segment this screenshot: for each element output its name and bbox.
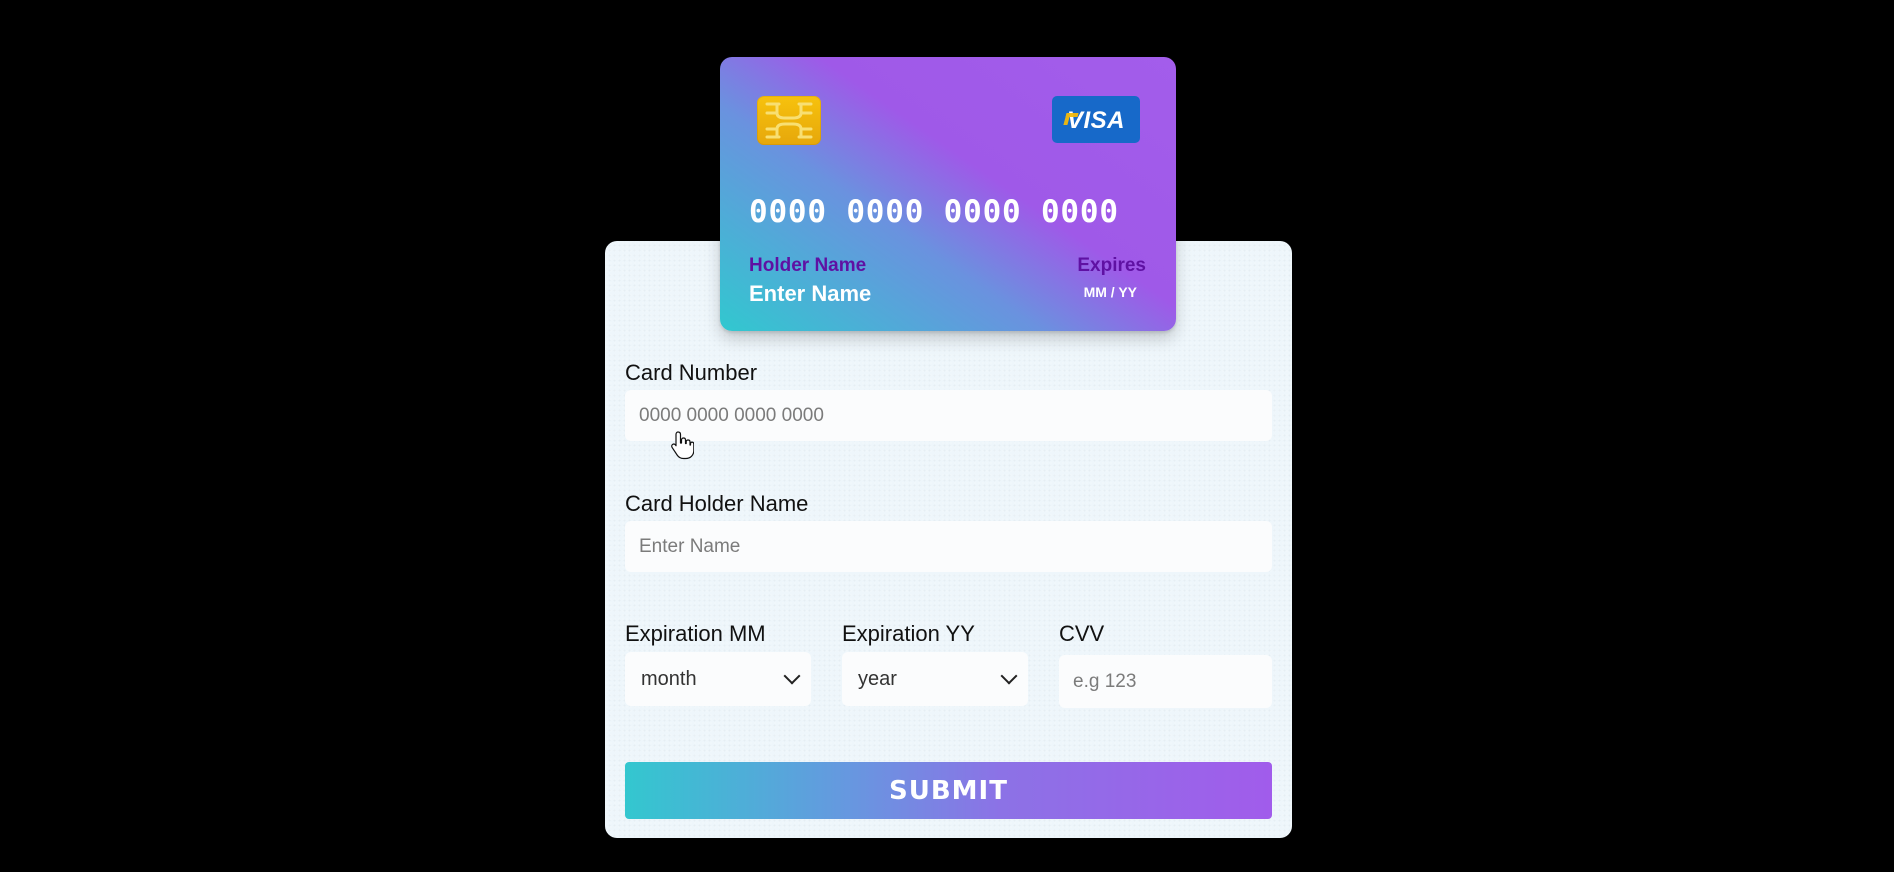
submit-button[interactable]: SUBMIT — [625, 762, 1272, 819]
hand-pointer-icon — [671, 431, 694, 460]
checkout-stage: VISA 0000 0000 0000 0000 Holder Name Ent… — [0, 0, 1894, 872]
expiration-yy-label: Expiration YY — [842, 621, 975, 646]
expiration-mm-label: Expiration MM — [625, 621, 766, 646]
holder-name-value: Enter Name — [749, 281, 872, 306]
expiration-yy-select-wrap[interactable]: year — [842, 652, 1028, 706]
card-number-input[interactable] — [625, 390, 1272, 441]
expiration-mm-select-wrap[interactable]: month — [625, 652, 811, 706]
cvv-input[interactable] — [1059, 655, 1272, 708]
card-holder-name-label: Card Holder Name — [625, 491, 809, 516]
credit-card-preview: VISA 0000 0000 0000 0000 Holder Name Ent… — [720, 57, 1176, 331]
holder-name-label: Holder Name — [749, 255, 867, 276]
card-holder-name-input[interactable] — [625, 521, 1272, 572]
card-number-label: Card Number — [625, 360, 758, 385]
card-number-display: 0000 0000 0000 0000 — [749, 194, 1119, 230]
cvv-label: CVV — [1059, 621, 1105, 646]
expires-value: MM / YY — [1083, 284, 1137, 300]
expires-label: Expires — [1077, 255, 1146, 276]
card-chip-icon — [757, 96, 821, 145]
expiration-yy-select[interactable]: year — [842, 652, 1028, 706]
expiration-mm-select[interactable]: month — [625, 652, 811, 706]
visa-logo-icon: VISA — [1052, 96, 1140, 143]
